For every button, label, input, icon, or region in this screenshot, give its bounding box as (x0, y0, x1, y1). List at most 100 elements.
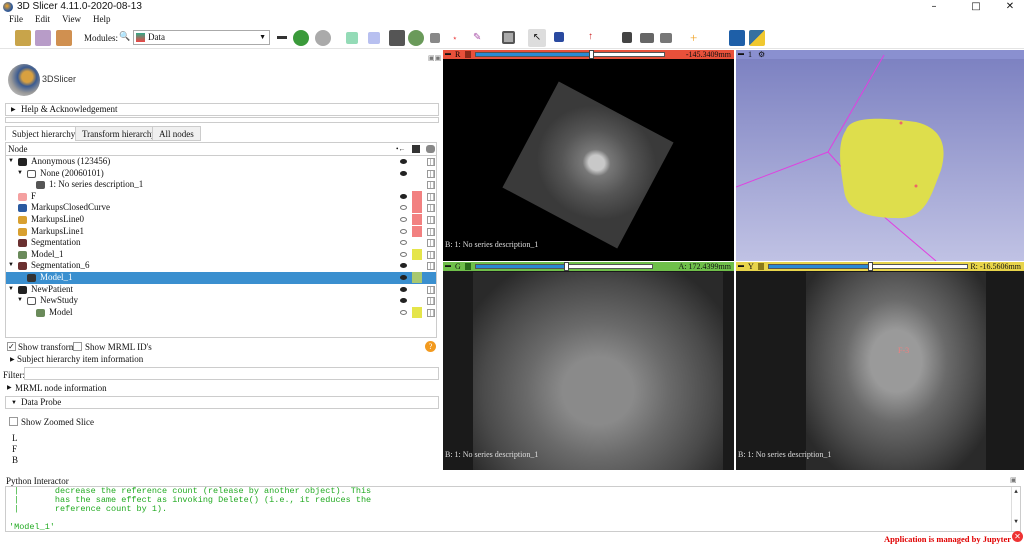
place-markup-icon[interactable] (554, 32, 564, 42)
eye-open-icon[interactable] (400, 159, 407, 164)
link-icon[interactable] (758, 263, 764, 270)
tree-row[interactable]: Model_1 (6, 272, 436, 284)
transform-icon[interactable] (427, 262, 435, 271)
green-offset-slider[interactable] (475, 262, 653, 271)
eye-open-icon[interactable] (400, 193, 407, 199)
transform-icon[interactable] (427, 204, 435, 213)
select-cursor-icon[interactable]: ↖ (528, 29, 546, 47)
color-swatch[interactable] (412, 225, 422, 237)
crosshair-placement-icon[interactable]: ↑ (588, 31, 593, 42)
forward-arrow-icon[interactable] (315, 30, 331, 46)
console-scrollbar[interactable]: ▲ ▼ (1011, 487, 1020, 531)
help-section[interactable]: ▶ Help & Acknowledgement (5, 103, 439, 116)
data-icon[interactable] (346, 32, 358, 44)
tree-row[interactable]: MarkupsLine1 (6, 225, 436, 238)
segment-editor-icon[interactable] (408, 30, 424, 46)
module-selector[interactable]: Data ▼ (133, 30, 270, 45)
eye-closed-icon[interactable] (400, 228, 407, 234)
crosshair-icon[interactable]: + (690, 30, 697, 46)
panel-float-close-icon[interactable]: ▣ (1010, 476, 1017, 484)
tree-row[interactable]: Segmentation (6, 237, 436, 249)
load-data-icon[interactable] (15, 30, 31, 46)
transform-icon[interactable] (427, 169, 435, 178)
expand-arrow-icon[interactable]: ▼ (8, 260, 14, 272)
eye-closed-icon[interactable] (400, 251, 407, 257)
transform-icon[interactable] (427, 308, 435, 317)
tree-row[interactable]: Model (6, 306, 436, 319)
transform-icon[interactable] (427, 227, 435, 236)
tree-row[interactable]: ▼ Anonymous (123456) (6, 156, 436, 168)
tree-row[interactable]: F (6, 190, 436, 203)
yellow-slice-view[interactable]: ▬ Y R: -16.5606mm F-3 B: 1: No series de… (736, 262, 1024, 470)
eye-open-icon[interactable] (400, 275, 407, 280)
close-button[interactable]: ✕ (996, 0, 1024, 14)
eye-closed-icon[interactable] (400, 217, 407, 222)
transform-icon[interactable] (427, 297, 435, 306)
minimize-button[interactable]: – (920, 0, 948, 14)
color-swatch[interactable] (412, 214, 422, 225)
transform-icon[interactable] (427, 181, 435, 190)
editor-icon[interactable]: ✎ (473, 32, 481, 43)
maximize-button[interactable]: □ (962, 0, 990, 14)
pin-icon[interactable]: ▬ (738, 262, 744, 271)
scene-view-restore-icon[interactable] (660, 33, 672, 43)
eye-open-icon[interactable] (400, 286, 407, 292)
tree-row[interactable]: 1: No series description_1 (6, 179, 436, 191)
color-swatch[interactable] (412, 272, 422, 283)
load-dicom-icon[interactable] (35, 30, 51, 46)
tree-row[interactable]: MarkupsClosedCurve (6, 202, 436, 214)
python-console[interactable]: | decrease the reference count (release … (5, 486, 1021, 532)
save-icon[interactable] (56, 30, 72, 46)
back-arrow-icon[interactable] (293, 30, 309, 46)
red-offset-slider[interactable] (475, 50, 665, 59)
models-icon[interactable] (389, 30, 405, 46)
help-icon[interactable]: ? (425, 341, 436, 352)
layout-icon[interactable] (502, 31, 515, 44)
subject-hierarchy-tree[interactable]: Node •← ▼ Anonymous (123456) ▼ None (200601… (5, 142, 437, 338)
transform-icon[interactable] (427, 239, 435, 248)
menu-edit[interactable]: Edit (35, 14, 50, 24)
scene-view-icon[interactable] (640, 33, 654, 43)
yellow-offset-slider[interactable] (768, 262, 968, 271)
transform-icon[interactable] (427, 158, 435, 166)
tab-all-nodes[interactable]: All nodes (152, 126, 201, 141)
show-transforms-checkbox[interactable]: ✓ (7, 342, 16, 351)
subject-info-section[interactable]: Subject hierarchy item information (17, 354, 143, 364)
green-slice-view[interactable]: ▬ G A: 172.4399mm B: 1: No series descri… (443, 262, 734, 470)
expand-arrow-icon[interactable]: ▼ (8, 284, 14, 296)
tab-subject-hierarchy[interactable]: Subject hierarchy (5, 126, 83, 141)
color-swatch[interactable] (412, 248, 422, 260)
tree-row[interactable]: ▼ None (20060101) (6, 168, 436, 180)
screenshot-icon[interactable] (622, 32, 632, 43)
mrml-info-section[interactable]: ▶ MRML node information (5, 382, 439, 395)
transforms-icon[interactable] (430, 33, 440, 43)
markups-icon[interactable]: ⋆ (452, 33, 458, 44)
volumes-icon[interactable] (368, 32, 380, 44)
eye-closed-icon[interactable] (400, 205, 407, 211)
red-slice-view[interactable]: ▬ R -145.3409mm B: 1: No series descript… (443, 50, 734, 261)
menu-help[interactable]: Help (93, 14, 111, 24)
color-swatch[interactable] (412, 202, 422, 214)
tree-row[interactable]: ▼ NewStudy (6, 295, 436, 307)
expand-arrow-icon[interactable]: ▼ (8, 156, 14, 168)
eye-closed-icon[interactable] (400, 240, 407, 246)
tree-row[interactable]: ▼ NewPatient (6, 284, 436, 296)
extension-manager-icon[interactable] (729, 30, 745, 46)
color-swatch[interactable] (412, 306, 422, 318)
transform-icon[interactable] (427, 216, 435, 224)
search-icon[interactable]: 🔍 (119, 31, 130, 42)
panel-float-close-icon[interactable]: ▣▣ (428, 54, 441, 62)
pin-icon[interactable]: ▬ (445, 50, 451, 59)
expand-arrow-icon[interactable]: ▼ (17, 295, 23, 307)
tree-row[interactable]: ▼ Segmentation_6 (6, 260, 436, 272)
module-history-icon[interactable] (277, 36, 287, 39)
menu-view[interactable]: View (62, 14, 81, 24)
python-icon[interactable] (749, 30, 765, 46)
3d-view[interactable]: ▬ 1 ⚙ (736, 50, 1024, 261)
pin-icon[interactable]: ▬ (445, 262, 451, 271)
eye-open-icon[interactable] (400, 170, 407, 176)
tree-row[interactable]: Model_1 (6, 248, 436, 261)
show-mrml-ids-checkbox[interactable] (73, 342, 82, 351)
link-icon[interactable] (465, 263, 471, 270)
tree-row[interactable]: MarkupsLine0 (6, 214, 436, 226)
